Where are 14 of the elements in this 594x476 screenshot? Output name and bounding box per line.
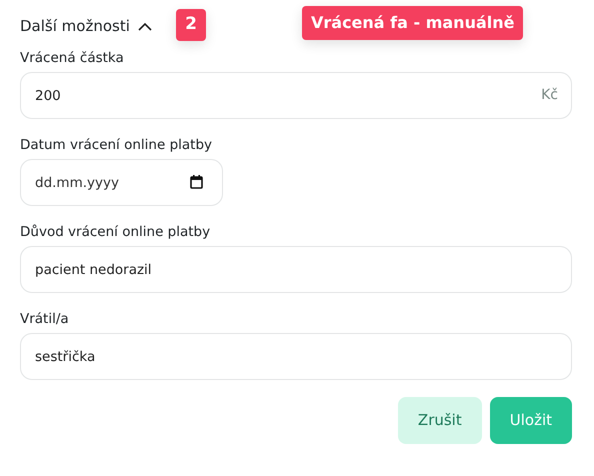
cancel-button[interactable]: Zrušit [398,397,482,444]
annotation-tag: Vrácená fa - manuálně [302,6,524,40]
currency-suffix: Kč [541,86,558,104]
section-title: Další možnosti [20,16,130,37]
field-label: Vrácená částka [20,50,125,67]
field-label: Datum vrácení online platby [20,137,214,154]
field-label: Důvod vrácení online platby [20,224,212,241]
field-label: Vrátil/a [20,311,70,328]
number-tag: 2 [176,9,206,41]
chevron-up-icon[interactable] [138,22,152,30]
text-field[interactable]: sestřička [20,333,572,380]
text-field[interactable]: pacient nedorazil [20,246,572,293]
date-field[interactable]: dd.mm.yyyy [20,159,223,206]
calendar-icon[interactable] [190,175,203,189]
